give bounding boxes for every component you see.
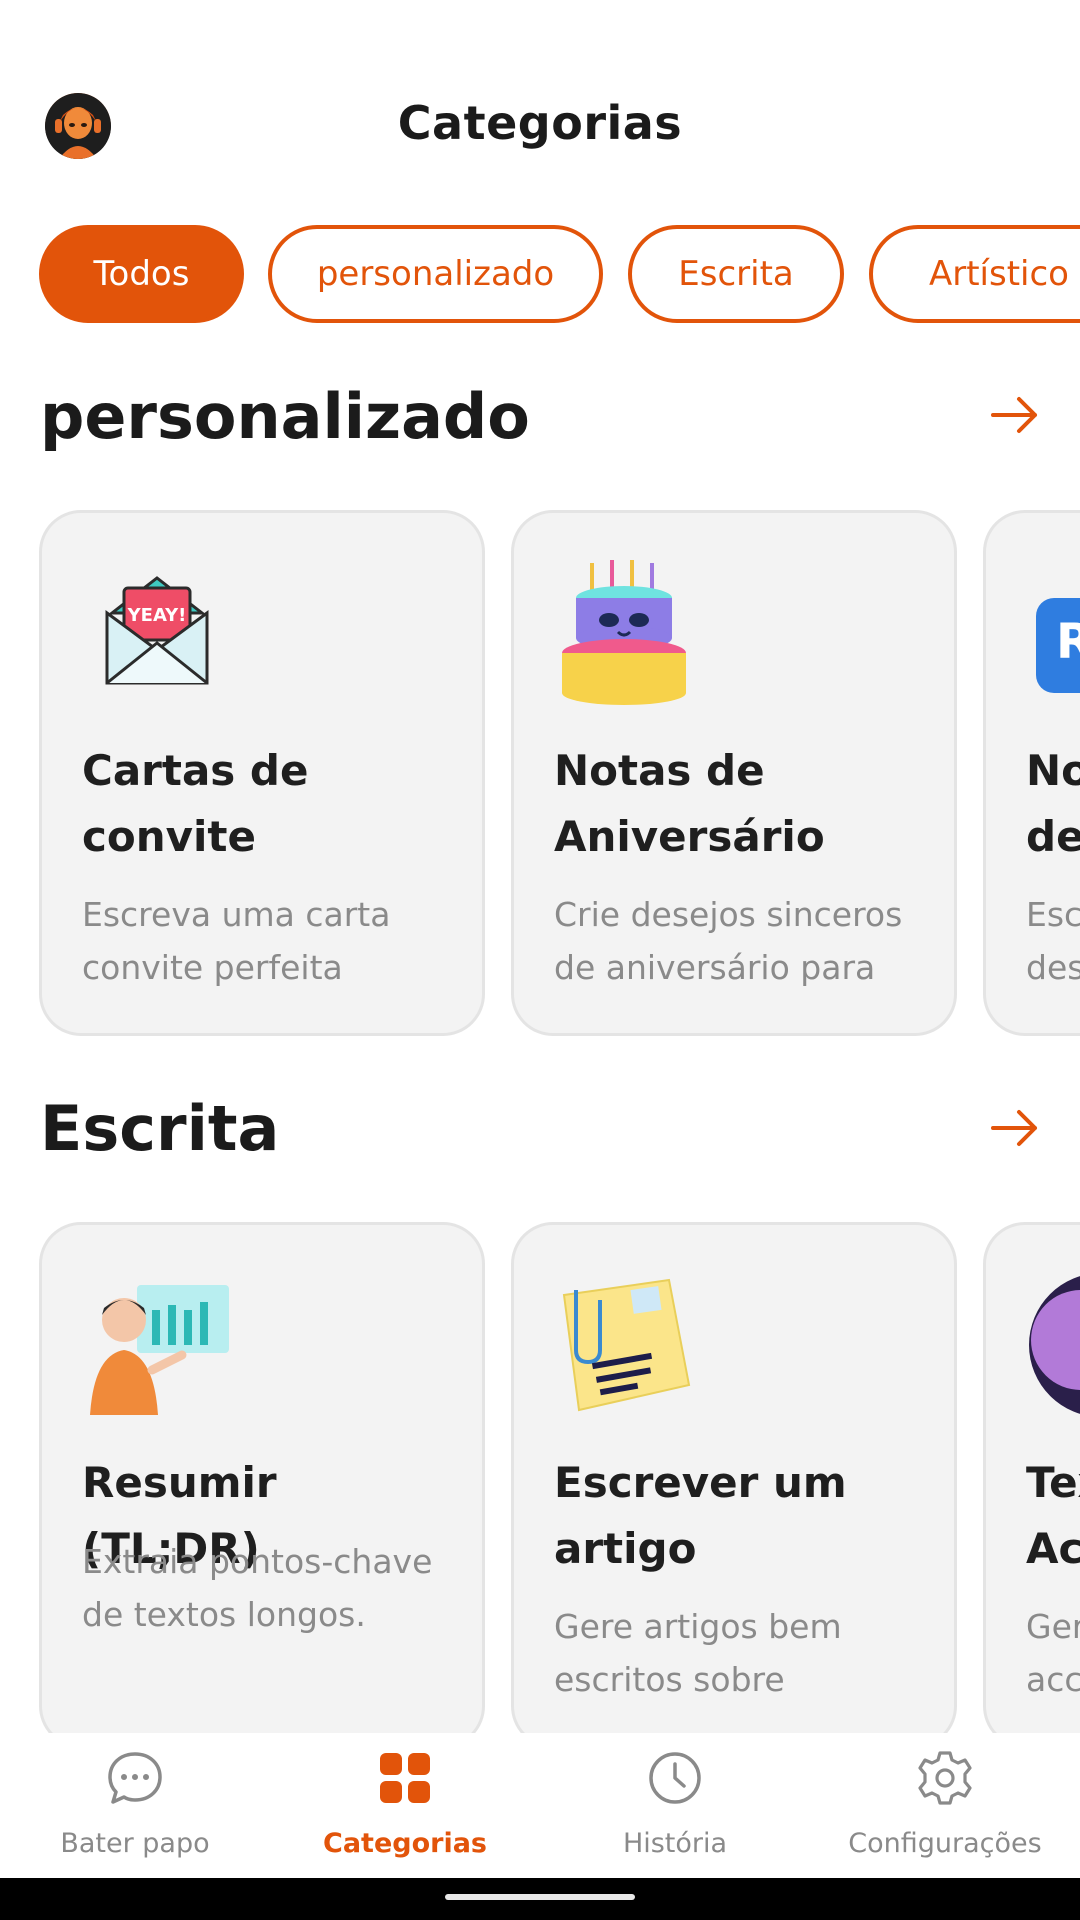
card-description: Esc des: [1026, 895, 1080, 987]
chip-label: Todos: [93, 254, 190, 294]
purple-avatar-icon: [1026, 1270, 1080, 1420]
presenter-chart-icon: [82, 1270, 232, 1420]
see-all-personalizado-arrow-icon[interactable]: [985, 385, 1045, 445]
nav-bater-papo[interactable]: Bater papo: [0, 1733, 270, 1878]
card-title: No de: [1026, 746, 1080, 861]
grid-icon: [375, 1748, 435, 1808]
escrita-cards: Resumir (TL;DR) Extraia pontos-chave de …: [0, 1222, 1080, 1737]
card-resumir[interactable]: Resumir (TL;DR) Extraia pontos-chave de …: [39, 1222, 485, 1737]
chat-bubble-icon: [105, 1748, 165, 1808]
card-description: Extraia pontos-chave de textos longos.: [82, 1542, 433, 1634]
card-description: Escreva uma carta convite perfeita: [82, 895, 391, 987]
category-chips: Todos personalizado Escrita Artístico: [0, 225, 1080, 325]
app-screen: Categorias Todos personalizado Escrita A…: [0, 0, 1080, 1920]
nav-label: Bater papo: [60, 1828, 210, 1859]
card-title: Tex Ac: [1026, 1458, 1080, 1573]
nav-configuracoes[interactable]: Configurações: [810, 1733, 1080, 1878]
page-title: Categorias: [397, 96, 683, 150]
card-title: Escrever um artigo: [554, 1458, 847, 1573]
top-bar: Categorias: [0, 70, 1080, 180]
chip-todos[interactable]: Todos: [39, 225, 244, 323]
home-indicator[interactable]: [445, 1894, 635, 1900]
card-description: Ger acc: [1026, 1607, 1080, 1699]
gear-icon: [915, 1748, 975, 1808]
bottom-navigation: Bater papo Categorias História Configura…: [0, 1733, 1080, 1878]
chip-label: personalizado: [316, 254, 555, 294]
chip-personalizado[interactable]: personalizado: [268, 225, 603, 323]
personalizado-cards: YEAY! Cartas de convite Escreva uma cart…: [0, 510, 1080, 1040]
card-partial[interactable]: RS No de Esc des: [983, 510, 1080, 1036]
card-cartas-de-convite[interactable]: YEAY! Cartas de convite Escreva uma cart…: [39, 510, 485, 1036]
svg-text:RS: RS: [1056, 614, 1080, 670]
partial-card-icon: RS: [1026, 558, 1080, 708]
sticky-note-icon: [554, 1270, 704, 1420]
card-title: Cartas de convite: [82, 746, 309, 861]
chip-label: Artístico: [928, 254, 1069, 294]
clock-icon: [645, 1748, 705, 1808]
card-description: Gere artigos bem escritos sobre: [554, 1607, 842, 1699]
nav-label: Categorias: [323, 1828, 487, 1859]
chip-escrita[interactable]: Escrita: [628, 225, 844, 323]
nav-label: História: [622, 1828, 728, 1859]
nav-historia[interactable]: História: [540, 1733, 810, 1878]
system-navigation-bar: [0, 1878, 1080, 1920]
card-title: Notas de Aniversário: [554, 746, 825, 861]
section-title-personalizado: personalizado: [40, 380, 530, 453]
section-title-escrita: Escrita: [40, 1092, 280, 1165]
card-escrever-artigo[interactable]: Escrever um artigo Gere artigos bem escr…: [511, 1222, 957, 1737]
nav-label: Configurações: [848, 1828, 1042, 1859]
card-description: Crie desejos sinceros de aniversário par…: [554, 895, 903, 987]
nav-categorias[interactable]: Categorias: [270, 1733, 540, 1878]
chip-artistico[interactable]: Artístico: [869, 225, 1080, 323]
envelope-yeay-icon: YEAY!: [82, 558, 232, 708]
card-notas-de-aniversario[interactable]: Notas de Aniversário Crie desejos sincer…: [511, 510, 957, 1036]
svg-text:YEAY!: YEAY!: [127, 605, 187, 626]
see-all-escrita-arrow-icon[interactable]: [985, 1098, 1045, 1158]
card-partial[interactable]: Tex Ac Ger acc: [983, 1222, 1080, 1737]
birthday-cake-icon: [554, 558, 704, 708]
chip-label: Escrita: [678, 254, 794, 294]
